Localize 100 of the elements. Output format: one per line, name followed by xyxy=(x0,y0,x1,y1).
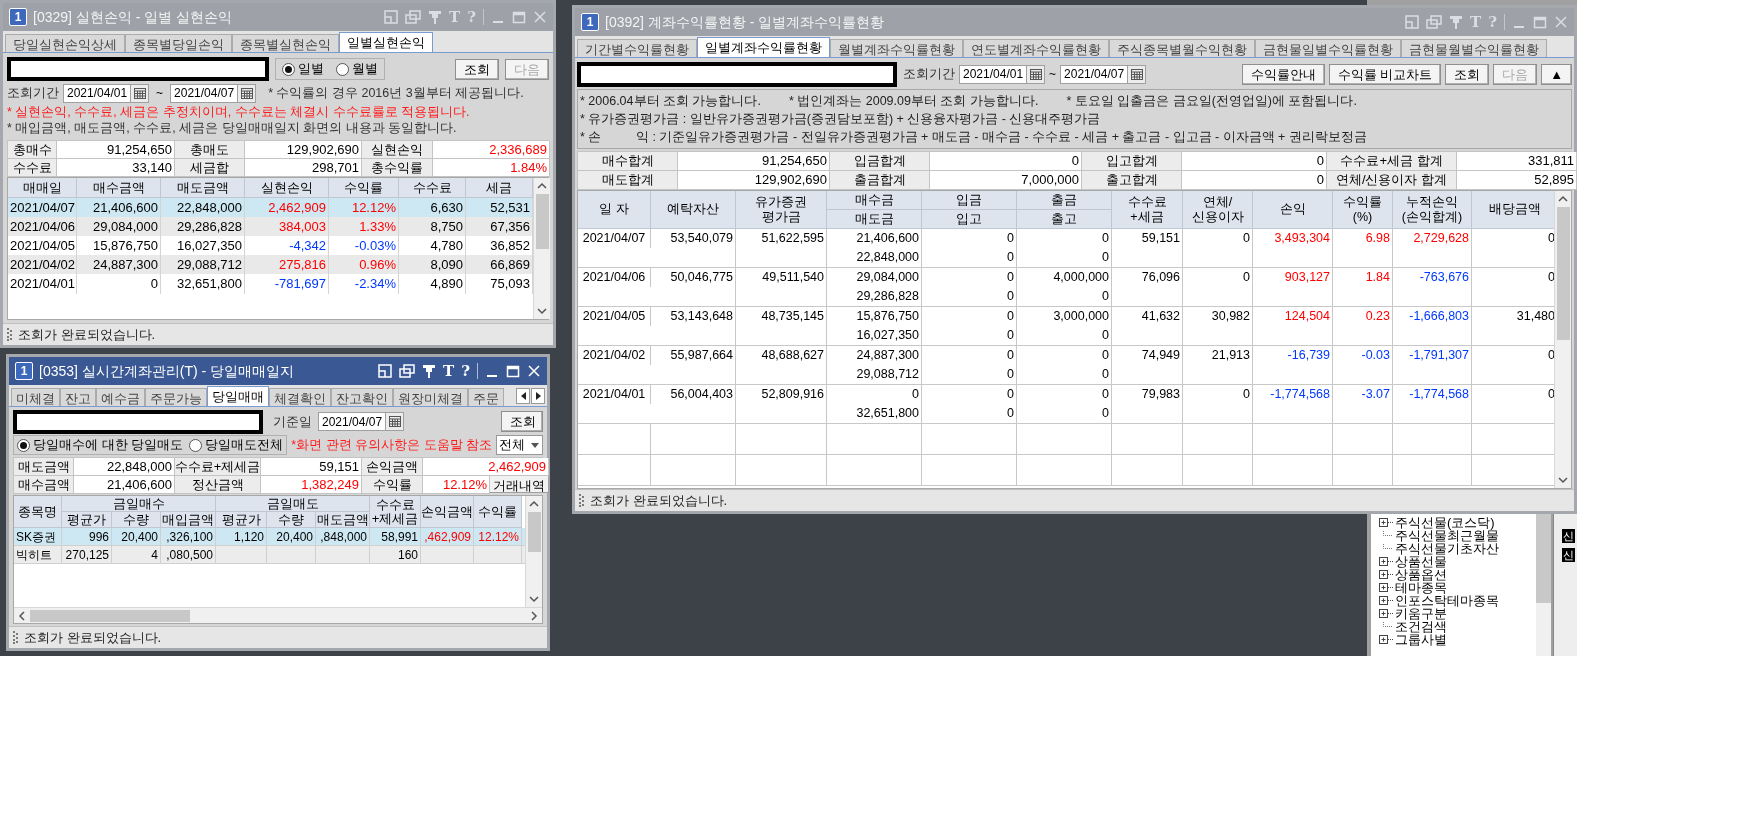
filter-select[interactable]: 전체 xyxy=(496,435,543,455)
date-field[interactable]: 2021/04/01 xyxy=(63,83,132,103)
tab[interactable]: 미체결 xyxy=(11,388,60,406)
tab[interactable]: 주식종목별월수익현황 xyxy=(1109,39,1255,57)
scrollbar-thumb[interactable] xyxy=(535,194,549,249)
date-field[interactable]: 2021/04/07 xyxy=(318,412,387,431)
table-cell-text: 53,143,648 xyxy=(670,308,733,326)
tree-item[interactable]: 주식선물기초자산 xyxy=(1395,542,1499,555)
table-cell-text: 2021/04/06 xyxy=(582,269,646,287)
tab-scroll-right-button[interactable] xyxy=(531,387,545,404)
table-cell-text: 0 xyxy=(1102,405,1109,423)
scrollbar-thumb[interactable] xyxy=(1556,207,1570,340)
table-row[interactable]: 2021/04/02 24,887,300 29,088,712 275,816 0.96% 8,090 66,869 xyxy=(8,255,533,274)
tree-item[interactable]: 테마종목 xyxy=(1395,581,1447,594)
calendar-button[interactable] xyxy=(386,412,405,431)
radio-indicator[interactable] xyxy=(189,438,203,452)
radio-indicator[interactable] xyxy=(336,62,349,76)
calendar-button[interactable] xyxy=(238,83,257,103)
tab[interactable]: 예수금 xyxy=(96,388,145,406)
scrollbar-thumb[interactable] xyxy=(1536,513,1551,603)
account-field[interactable] xyxy=(577,61,897,87)
calendar-button[interactable] xyxy=(131,83,150,103)
vertical-scrollbar[interactable] xyxy=(533,178,550,319)
summary-label: 연체/신용이자 합계 xyxy=(1327,171,1457,190)
table-cell-text: ,462,909 xyxy=(424,529,471,546)
expand-icon[interactable] xyxy=(1379,596,1393,605)
query-button[interactable]: 조회 xyxy=(501,411,543,432)
tab[interactable]: 종목별실현손익 xyxy=(232,34,339,52)
tab[interactable]: 일별계좌수익률현황 xyxy=(697,37,830,57)
radio-button[interactable]: 당일매도전체 xyxy=(189,435,284,455)
radio-button[interactable]: 당일매수에 대한 당일매도 xyxy=(17,435,184,455)
vertical-scrollbar[interactable] xyxy=(1554,191,1571,488)
table-cell-text: 0 xyxy=(1007,269,1014,287)
tree-item[interactable]: 주식선물최근월물 xyxy=(1395,529,1499,542)
column-header: 입금 xyxy=(922,191,1017,210)
date-field[interactable]: 2021/04/01 xyxy=(959,64,1028,84)
tree-item[interactable]: 그룹사별 xyxy=(1395,633,1447,646)
tab-scroll-left-button[interactable] xyxy=(516,387,530,404)
scrollbar-thumb[interactable] xyxy=(30,609,190,622)
tree-item[interactable]: 조건검색 xyxy=(1395,620,1447,633)
radio-indicator[interactable] xyxy=(17,438,30,452)
tab[interactable]: 체결확인 xyxy=(269,388,331,406)
query-button[interactable]: 조회 xyxy=(1445,63,1490,85)
table-row[interactable]: 2021/04/01 0 32,651,800 -781,697 -2.34% 4,890 75,093 xyxy=(8,274,533,293)
tree-item[interactable]: 인포스탁테마종목 xyxy=(1395,594,1499,607)
table-row[interactable]: 2021/04/06 29,084,000 29,286,828 384,003 1.33% 8,750 67,356 xyxy=(8,217,533,236)
radio-button[interactable]: 월별 xyxy=(336,59,378,79)
table-cell-text: 4,000,000 xyxy=(1053,269,1109,287)
trade-history-button[interactable]: 거래내역 xyxy=(490,476,549,493)
tab[interactable]: 금현물일별수익률현황 xyxy=(1255,39,1401,57)
query-button[interactable]: 조회 xyxy=(455,58,499,80)
table-cell-text: 48,735,145 xyxy=(761,308,824,326)
table-row[interactable]: 2021/04/05 15,876,750 16,027,350 -4,342 -0.03% 4,780 36,852 xyxy=(8,236,533,255)
tree-item[interactable]: 상품옵션 xyxy=(1395,568,1447,581)
scrollbar-thumb[interactable] xyxy=(527,512,541,552)
tab[interactable]: 일별실현손익 xyxy=(339,32,433,52)
expand-icon[interactable] xyxy=(1379,557,1393,566)
tab[interactable]: 종목별당일손익 xyxy=(125,34,232,52)
table-row[interactable]: 빅히트 270,125 4 ,080,500 160 xyxy=(14,546,525,564)
tab[interactable]: 주문 xyxy=(468,388,504,406)
expand-icon[interactable] xyxy=(1379,570,1393,579)
font-button[interactable]: T xyxy=(443,363,455,379)
return-guide-button[interactable]: 수익률안내 xyxy=(1241,63,1325,85)
table-cell-text: 0 xyxy=(1102,230,1109,248)
tab[interactable]: 잔고확인 xyxy=(331,388,393,406)
tab[interactable]: 월별계좌수익률현황 xyxy=(830,39,963,57)
tree-item[interactable]: 주식선물(코스닥) xyxy=(1395,516,1495,529)
help-button[interactable]: ? xyxy=(461,363,470,379)
tab[interactable]: 당일실현손익상세 xyxy=(5,34,125,52)
pin-icon[interactable] xyxy=(422,364,437,378)
expand-icon[interactable] xyxy=(1379,583,1393,592)
table-row[interactable]: SK증권 996 20,400 ,326,100 1,120 20,400 ,848,000 58,991 ,462,909 12.12% xyxy=(14,528,525,546)
account-field[interactable] xyxy=(13,409,263,434)
date-field[interactable]: 2021/04/07 xyxy=(1060,64,1129,84)
radio-indicator[interactable] xyxy=(282,62,295,76)
comparison-chart-button[interactable]: 수익률 비교차트 xyxy=(1328,63,1442,85)
tab[interactable]: 잔고 xyxy=(60,388,96,406)
windows-icon[interactable] xyxy=(399,364,416,378)
tab[interactable]: 연도별계좌수익률현황 xyxy=(963,39,1109,57)
date-field[interactable]: 2021/04/07 xyxy=(170,83,239,103)
expand-icon[interactable] xyxy=(1379,609,1393,618)
summary-value: 91,254,650 xyxy=(678,152,830,171)
tab[interactable]: 원장미체결 xyxy=(393,388,468,406)
vertical-scrollbar[interactable] xyxy=(1536,513,1551,656)
expand-icon[interactable] xyxy=(1379,518,1393,527)
horizontal-scrollbar[interactable] xyxy=(14,607,542,623)
tree-item[interactable]: 상품선물 xyxy=(1395,555,1447,568)
table-row[interactable]: 2021/04/07 21,406,600 22,848,000 2,462,909 12.12% 6,630 52,531 xyxy=(8,198,533,217)
tab[interactable]: 당일매매 xyxy=(207,386,269,406)
tab[interactable]: 금현물월별수익률현황 xyxy=(1401,39,1547,57)
collapse-button[interactable]: ▲ xyxy=(1541,63,1572,85)
tab[interactable]: 기간별수익률현황 xyxy=(577,39,697,57)
expand-icon[interactable] xyxy=(1379,635,1393,644)
calendar-button[interactable] xyxy=(1128,64,1147,84)
account-field[interactable] xyxy=(7,57,269,81)
radio-button[interactable]: 일별 xyxy=(282,59,324,79)
vertical-scrollbar[interactable] xyxy=(525,496,542,607)
tab[interactable]: 주문가능 xyxy=(145,388,207,406)
tree-item[interactable]: 키움구분 xyxy=(1395,607,1447,620)
calendar-button[interactable] xyxy=(1027,64,1046,84)
